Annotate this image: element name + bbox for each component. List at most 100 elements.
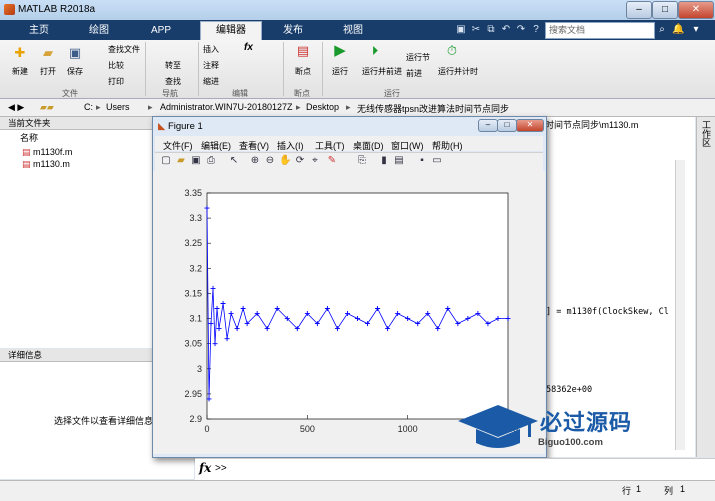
breakpoints-button[interactable]: 断点	[295, 66, 311, 77]
menu-tools[interactable]: 工具(T)	[315, 139, 345, 152]
command-window[interactable]	[195, 458, 715, 481]
breakpoint-icon[interactable]: ▤	[296, 44, 310, 58]
run-time-icon[interactable]: ⏱	[445, 44, 459, 58]
column-name-header[interactable]: 名称	[20, 131, 38, 144]
run-advance-icon[interactable]: ⏵	[368, 44, 382, 58]
print-button[interactable]: 打印	[108, 76, 124, 87]
run-and-time-button[interactable]: 运行并计时	[438, 66, 478, 77]
search-icon[interactable]: ⌕	[656, 23, 668, 36]
menu-window[interactable]: 窗口(W)	[391, 139, 424, 152]
m-file-icon: ▤	[22, 147, 31, 157]
search-input[interactable]: 搜索文档	[545, 22, 655, 39]
rotate-icon[interactable]: ⟳	[294, 155, 306, 167]
save-figure-icon[interactable]: ▣	[190, 155, 202, 167]
path-separator: ▸	[148, 102, 153, 112]
brush-icon[interactable]: ✎	[326, 155, 338, 167]
save-quick-icon[interactable]: ▣	[455, 23, 467, 36]
list-item[interactable]: ▤ m1130.m	[22, 159, 70, 170]
command-prompt[interactable]: >>	[215, 463, 227, 474]
indent-button[interactable]: 缩进	[203, 76, 219, 87]
redo-icon[interactable]: ↷	[515, 23, 527, 36]
workspace-collapsed-panel[interactable]	[696, 117, 715, 457]
status-row-value: 1	[636, 484, 642, 494]
editor-scrollbar[interactable]	[675, 160, 685, 450]
back-icon[interactable]: ◀ ▶	[8, 102, 24, 113]
figure-minimize-button[interactable]: –	[478, 119, 498, 132]
figure-close-button[interactable]: ✕	[516, 119, 544, 132]
tab-home[interactable]: 主页	[14, 22, 64, 40]
new-button[interactable]: 新建	[12, 66, 28, 77]
list-item[interactable]: ▤ m1130f.m	[22, 147, 72, 158]
show-plot-tools-icon[interactable]: ▭	[431, 155, 443, 167]
run-and-advance-button[interactable]: 运行并前进	[362, 66, 402, 77]
menu-view[interactable]: 查看(V)	[239, 139, 269, 152]
open-folder-icon[interactable]: ▰	[41, 46, 55, 60]
fx-prompt-icon[interactable]: fx	[199, 461, 211, 475]
compare-button[interactable]: 比较	[108, 60, 124, 71]
editor-tab-label[interactable]: 时间节点同步\m1130.m	[545, 118, 638, 131]
path-seg-users[interactable]: Users	[106, 102, 130, 112]
path-seg-drive[interactable]: C:	[84, 102, 93, 112]
notification-icon[interactable]: 🔔	[672, 23, 684, 36]
path-seg-admin[interactable]: Administrator.WIN7U-20180127Z	[160, 102, 293, 112]
menu-insert[interactable]: 插入(I)	[277, 139, 304, 152]
tab-plots[interactable]: 绘图	[74, 22, 124, 40]
save-button[interactable]: 保存	[67, 66, 83, 77]
tab-publish[interactable]: 发布	[266, 22, 320, 40]
figure-title-text: Figure 1	[167, 121, 203, 132]
cut-icon[interactable]: ✂	[470, 23, 482, 36]
run-button[interactable]: 运行	[332, 66, 348, 77]
save-icon[interactable]: ▣	[68, 46, 82, 60]
window-title: MATLAB R2018a	[18, 4, 96, 15]
collapse-ribbon-icon[interactable]: ▾	[690, 23, 702, 36]
legend-icon[interactable]: ▤	[393, 155, 405, 167]
run-icon[interactable]: ▶	[333, 43, 347, 58]
path-seg-desktop[interactable]: Desktop	[306, 102, 339, 112]
run-section-button[interactable]: 运行节	[406, 52, 430, 63]
menu-help[interactable]: 帮助(H)	[432, 139, 463, 152]
zoom-out-icon[interactable]: ⊖	[264, 155, 276, 167]
figure-icon: ◣	[158, 121, 166, 132]
fx-button[interactable]: fx	[244, 42, 253, 53]
advance-button[interactable]: 前进	[406, 68, 422, 79]
open-button[interactable]: 打开	[40, 66, 56, 77]
data-cursor-icon[interactable]: ⌖	[309, 155, 321, 167]
comment-button[interactable]: 注释	[203, 60, 219, 71]
zoom-in-icon[interactable]: ⊕	[249, 155, 261, 167]
copy-icon[interactable]: ⧉	[485, 23, 497, 36]
menu-edit[interactable]: 编辑(E)	[201, 139, 231, 152]
link-plot-icon[interactable]: ⎘	[356, 155, 368, 167]
m-file-icon: ▤	[22, 159, 31, 169]
close-button[interactable]: ✕	[678, 1, 714, 19]
figure-maximize-button[interactable]: □	[497, 119, 517, 132]
workspace-label[interactable]: 工作区	[700, 120, 713, 147]
folder-up-icon[interactable]: ▰▰	[40, 102, 54, 113]
goto-button[interactable]: 转至	[165, 60, 181, 71]
y-tick-label: 3.25	[184, 238, 202, 248]
maximize-button[interactable]: □	[652, 1, 678, 19]
pan-icon[interactable]: ✋	[279, 155, 291, 167]
undo-icon[interactable]: ↶	[500, 23, 512, 36]
tab-view[interactable]: 视图	[326, 22, 380, 40]
insert-button[interactable]: 插入	[203, 44, 219, 55]
tab-editor[interactable]: 编辑器	[200, 21, 262, 41]
help-icon[interactable]: ?	[530, 23, 542, 36]
x-tick-label: 0	[204, 424, 209, 434]
menu-file[interactable]: 文件(F)	[163, 139, 193, 152]
colorbar-icon[interactable]: ▮	[378, 155, 390, 167]
print-figure-icon[interactable]: ⎙	[205, 155, 217, 167]
minimize-button[interactable]: –	[626, 1, 652, 19]
new-figure-icon[interactable]: ▢	[160, 155, 172, 167]
find-button[interactable]: 查找	[165, 76, 181, 87]
menu-desktop[interactable]: 桌面(D)	[353, 139, 384, 152]
new-icon[interactable]: ✚	[13, 46, 27, 60]
tab-apps[interactable]: APP	[136, 22, 186, 40]
y-tick-label: 3.2	[189, 263, 202, 273]
path-seg-folder[interactable]: 无线传感器tpsn改进算法时间节点同步	[357, 102, 509, 115]
find-files-button[interactable]: 查找文件	[108, 44, 140, 55]
hide-plot-tools-icon[interactable]: ▪	[416, 155, 428, 167]
path-separator: ▸	[296, 102, 301, 112]
pointer-icon[interactable]: ↖	[228, 155, 240, 167]
matlab-logo-icon	[4, 4, 15, 15]
open-file-icon[interactable]: ▰	[175, 155, 187, 167]
